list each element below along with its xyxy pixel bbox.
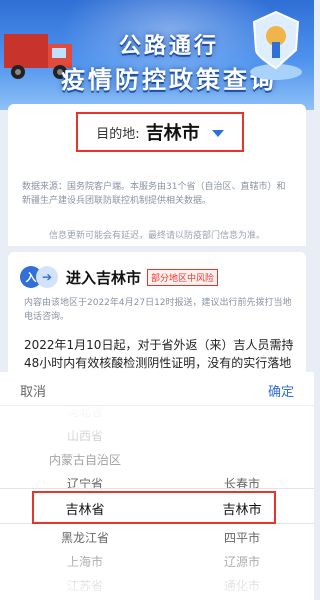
region-picker: 取消 确定 河北省 山西省 内蒙古自治区 辽宁省 吉林省 黑龙江省 上海市 江苏…: [0, 372, 314, 600]
province-option[interactable]: 黑龙江省: [0, 528, 170, 548]
province-option[interactable]: 河北省: [0, 402, 170, 422]
cancel-button[interactable]: 取消: [20, 381, 46, 400]
province-option[interactable]: 山西省: [0, 426, 170, 446]
province-option[interactable]: 内蒙古自治区: [0, 450, 170, 470]
picker-toolbar: 取消 确定: [0, 372, 314, 406]
selection-highlight-box: [32, 491, 276, 524]
city-option[interactable]: 辽源市: [170, 552, 314, 572]
province-option[interactable]: 上海市: [0, 552, 170, 572]
city-option[interactable]: 通化市: [170, 576, 314, 596]
city-option[interactable]: 四平市: [170, 528, 314, 548]
confirm-button[interactable]: 确定: [268, 381, 294, 400]
province-option[interactable]: 江苏省: [0, 576, 170, 596]
